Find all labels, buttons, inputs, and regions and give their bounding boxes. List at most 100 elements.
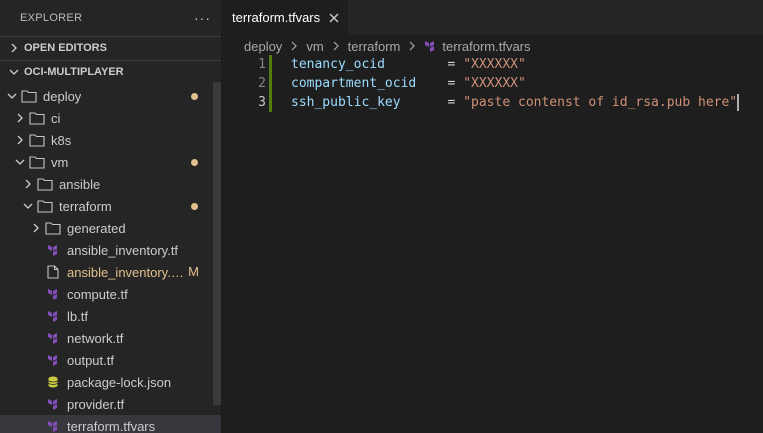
folder-icon xyxy=(36,173,54,195)
terraform-icon xyxy=(44,239,62,261)
code-key: compartment_ocid xyxy=(291,76,448,91)
code-line: 3 ssh_public_key = "paste contenst of id… xyxy=(222,93,763,112)
file-icon xyxy=(44,261,62,283)
chevron-right-icon xyxy=(408,41,416,51)
tree-item-package-lock-json[interactable]: package-lock.json xyxy=(0,371,221,393)
added-gutter-marker xyxy=(269,74,272,93)
chevron-right-icon xyxy=(20,173,36,195)
tree-item-lb-tf[interactable]: lb.tf xyxy=(0,305,221,327)
line-number: 1 xyxy=(258,57,266,72)
code-equals: = xyxy=(447,76,464,91)
breadcrumb-item[interactable]: vm xyxy=(306,39,323,54)
terraform-icon xyxy=(44,283,62,305)
terraform-icon xyxy=(44,393,62,415)
ellipsis-icon[interactable]: ··· xyxy=(194,10,211,26)
tree-item-generated[interactable]: generated xyxy=(0,217,221,239)
tree-item-deploy[interactable]: deploy xyxy=(0,85,221,107)
tree-item-label: ansible_inventory.tf xyxy=(67,242,179,258)
open-editors-section[interactable]: OPEN EDITORS xyxy=(0,36,221,58)
code-text: ssh_public_key = "paste contenst of id_r… xyxy=(291,94,740,111)
code-text: tenancy_ocid = "XXXXXX" xyxy=(291,57,526,72)
tab-bar: terraform.tfvars xyxy=(222,0,763,35)
folder-icon xyxy=(28,107,46,129)
modified-badge: M xyxy=(188,264,199,279)
code-string: "XXXXXX" xyxy=(463,76,526,91)
editor: terraform.tfvars deploy vm terraform ter… xyxy=(222,0,763,433)
tree-item-ci[interactable]: ci xyxy=(0,107,221,129)
close-icon[interactable] xyxy=(328,12,340,24)
tree-item-label: ansible_inventory.tf.tpl xyxy=(67,264,184,280)
code-string: "paste contenst of id_rsa.pub here" xyxy=(463,95,738,110)
modified-dot xyxy=(191,93,198,100)
modified-dot xyxy=(191,159,198,166)
folder-icon xyxy=(44,217,62,239)
explorer-title: EXPLORER xyxy=(20,12,83,24)
database-icon xyxy=(44,371,62,393)
folder-open-icon xyxy=(20,85,38,107)
tree-item-label: network.tf xyxy=(67,330,124,346)
folder-open-icon xyxy=(36,195,54,217)
tree-item-provider-tf[interactable]: provider.tf xyxy=(0,393,221,415)
tree-item-terraform[interactable]: terraform xyxy=(0,195,221,217)
tab-terraform-tfvars[interactable]: terraform.tfvars xyxy=(222,0,349,35)
line-number: 3 xyxy=(258,95,266,110)
code-key: ssh_public_key xyxy=(291,95,448,110)
breadcrumb-item[interactable]: terraform.tfvars xyxy=(442,39,530,54)
tree-item-label: lb.tf xyxy=(67,308,88,324)
tree-item-label: package-lock.json xyxy=(67,374,172,390)
chevron-down-icon xyxy=(6,67,22,77)
file-tree: deploy ci k8s vm ansible terraform gener… xyxy=(0,82,221,433)
chevron-right-icon xyxy=(290,41,298,51)
explorer-sidebar: EXPLORER ··· OPEN EDITORS OCI-MULTIPLAYE… xyxy=(0,0,222,433)
tree-item-output-tf[interactable]: output.tf xyxy=(0,349,221,371)
terraform-icon xyxy=(44,349,62,371)
folder-icon xyxy=(28,129,46,151)
tree-item-compute-tf[interactable]: compute.tf xyxy=(0,283,221,305)
tree-item-label: ci xyxy=(51,110,61,126)
tree-item-label: k8s xyxy=(51,132,72,148)
modified-dot xyxy=(191,203,198,210)
code-string: "XXXXXX" xyxy=(463,57,526,72)
breadcrumb-item[interactable]: terraform xyxy=(348,39,401,54)
code-key: tenancy_ocid xyxy=(291,57,448,72)
chevron-down-icon xyxy=(12,151,28,173)
tree-item-ansible[interactable]: ansible xyxy=(0,173,221,195)
chevron-down-icon xyxy=(20,195,36,217)
tree-item-ansible-inventory-tf[interactable]: ansible_inventory.tf xyxy=(0,239,221,261)
chevron-right-icon xyxy=(12,129,28,151)
tree-item-label: compute.tf xyxy=(67,286,128,302)
tree-item-ansible-inventory-tpl[interactable]: ansible_inventory.tf.tpl M xyxy=(0,261,221,283)
text-cursor xyxy=(737,94,740,111)
chevron-right-icon xyxy=(28,217,44,239)
tree-item-vm[interactable]: vm xyxy=(0,151,221,173)
code-text: compartment_ocid = "XXXXXX" xyxy=(291,76,526,91)
breadcrumb: deploy vm terraform terraform.tfvars xyxy=(222,35,763,57)
tab-label: terraform.tfvars xyxy=(232,10,321,25)
tree-item-label: ansible xyxy=(59,176,101,192)
line-number: 2 xyxy=(258,76,266,91)
chevron-right-icon xyxy=(12,107,28,129)
code-line: 1 tenancy_ocid = "XXXXXX" xyxy=(222,55,763,74)
terraform-icon xyxy=(44,305,62,327)
folder-open-icon xyxy=(28,151,46,173)
code-equals: = xyxy=(447,57,464,72)
tree-item-label: terraform.tfvars xyxy=(67,418,156,433)
open-editors-label: OPEN EDITORS xyxy=(24,41,107,54)
terraform-icon xyxy=(44,415,62,433)
workspace-label: OCI-MULTIPLAYER xyxy=(24,65,124,78)
tree-item-label: generated xyxy=(67,220,126,236)
code-area[interactable]: 1 tenancy_ocid = "XXXXXX" 2 compartment_… xyxy=(222,55,763,112)
chevron-right-icon xyxy=(6,43,22,53)
tree-item-label: output.tf xyxy=(67,352,114,368)
tree-item-label: provider.tf xyxy=(67,396,125,412)
breadcrumb-item[interactable]: deploy xyxy=(244,39,282,54)
terraform-icon xyxy=(44,327,62,349)
tree-item-network-tf[interactable]: network.tf xyxy=(0,327,221,349)
workspace-section[interactable]: OCI-MULTIPLAYER xyxy=(0,60,221,82)
code-equals: = xyxy=(447,95,464,110)
explorer-header: EXPLORER ··· xyxy=(0,0,221,36)
sidebar-scrollbar[interactable] xyxy=(213,82,221,405)
tree-item-k8s[interactable]: k8s xyxy=(0,129,221,151)
chevron-right-icon xyxy=(332,41,340,51)
tree-item-terraform-tfvars[interactable]: terraform.tfvars xyxy=(0,415,221,433)
